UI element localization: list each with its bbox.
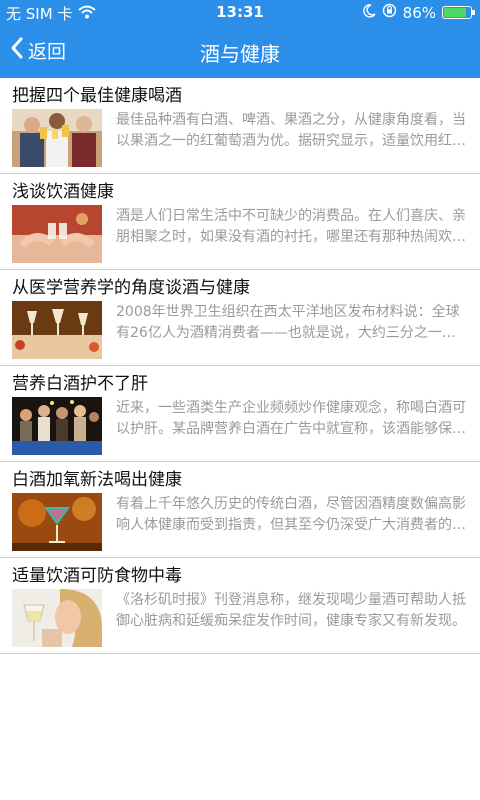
friends-toasting-beer-image [12, 109, 102, 167]
battery-icon [442, 6, 475, 19]
article-summary: 2008年世界卫生组织在西太平洋地区发布材料说：全球有26亿人为酒精消费者——也… [116, 304, 460, 341]
list-item-article-5[interactable]: 白酒加氧新法喝出健康 有着上千年悠久历史的传统白酒，尽管因酒精度数偏高影响人体健… [0, 462, 480, 558]
list-item-article-6[interactable]: 适量饮酒可防食物中毒 《洛杉矶时报》刊登消息称，继发现喝少量酒可帮助人抵御心脏病… [0, 558, 480, 654]
article-title: 适量饮酒可防食物中毒 [12, 566, 182, 586]
article-title: 白酒加氧新法喝出健康 [12, 470, 182, 490]
moon-icon [362, 3, 376, 22]
article-title: 从医学营养学的角度谈酒与健康 [12, 278, 250, 298]
bar-party-crowd-image [12, 397, 102, 455]
article-summary: 《洛杉矶时报》刊登消息称，继发现喝少量酒可帮助人抵御心脏病和延缓痴呆症发作时间，… [116, 592, 466, 629]
article-title: 把握四个最佳健康喝酒 [12, 86, 182, 106]
status-right: 86% [362, 3, 475, 22]
glasses-clinking-image [12, 205, 102, 263]
list-item-article-2[interactable]: 浅谈饮酒健康 酒是人们日常生活中不可缺少的消费品。在人们喜庆、亲朋相聚之时，如果… [0, 174, 480, 270]
page-title: 酒与健康 [200, 42, 280, 66]
article-title: 营养白酒护不了肝 [12, 374, 148, 394]
woman-drinking-white-wine-image [12, 589, 102, 647]
battery-percent: 86% [402, 3, 436, 22]
list-item-article-3[interactable]: 从医学营养学的角度谈酒与健康 2008年世界卫生组织在西太平洋地区发布材料说：全… [0, 270, 480, 366]
article-summary: 最佳品种酒有白酒、啤酒、果酒之分，从健康角度看，当以果酒之一的红葡萄酒为优。据研… [116, 112, 466, 149]
article-summary: 近来，一些酒类生产企业频频炒作健康观念，称喝白酒可以护肝。某品牌营养白酒在广告中… [116, 400, 466, 437]
battery-fill [444, 8, 467, 17]
app-header: 无 SIM 卡 13:31 86% 返回 酒与健康 [0, 0, 480, 78]
article-list: 把握四个最佳健康喝酒 最佳品种酒有白酒、啤酒、果酒之分，从健康角度看，当以果酒之… [0, 78, 480, 654]
list-item-article-4[interactable]: 营养白酒护不了肝 近来，一些酒类生产企业频频炒作健康观念，称喝白酒可以护肝。某品… [0, 366, 480, 462]
cocktail-glass-image [12, 493, 102, 551]
status-bar: 无 SIM 卡 13:31 86% [0, 0, 480, 24]
list-item-article-1[interactable]: 把握四个最佳健康喝酒 最佳品种酒有白酒、啤酒、果酒之分，从健康角度看，当以果酒之… [0, 78, 480, 174]
article-summary: 酒是人们日常生活中不可缺少的消费品。在人们喜庆、亲朋相聚之时，如果没有酒的衬托，… [116, 208, 466, 245]
article-title: 浅谈饮酒健康 [12, 182, 114, 202]
navigation-bar: 返回 酒与健康 [0, 24, 480, 78]
rotation-lock-icon [382, 3, 397, 22]
battery-cap [472, 10, 475, 15]
article-summary: 有着上千年悠久历史的传统白酒，尽管因酒精度数偏高影响人体健康而受到指责，但其至今… [116, 496, 466, 533]
dining-table-wine-glasses-image [12, 301, 102, 359]
